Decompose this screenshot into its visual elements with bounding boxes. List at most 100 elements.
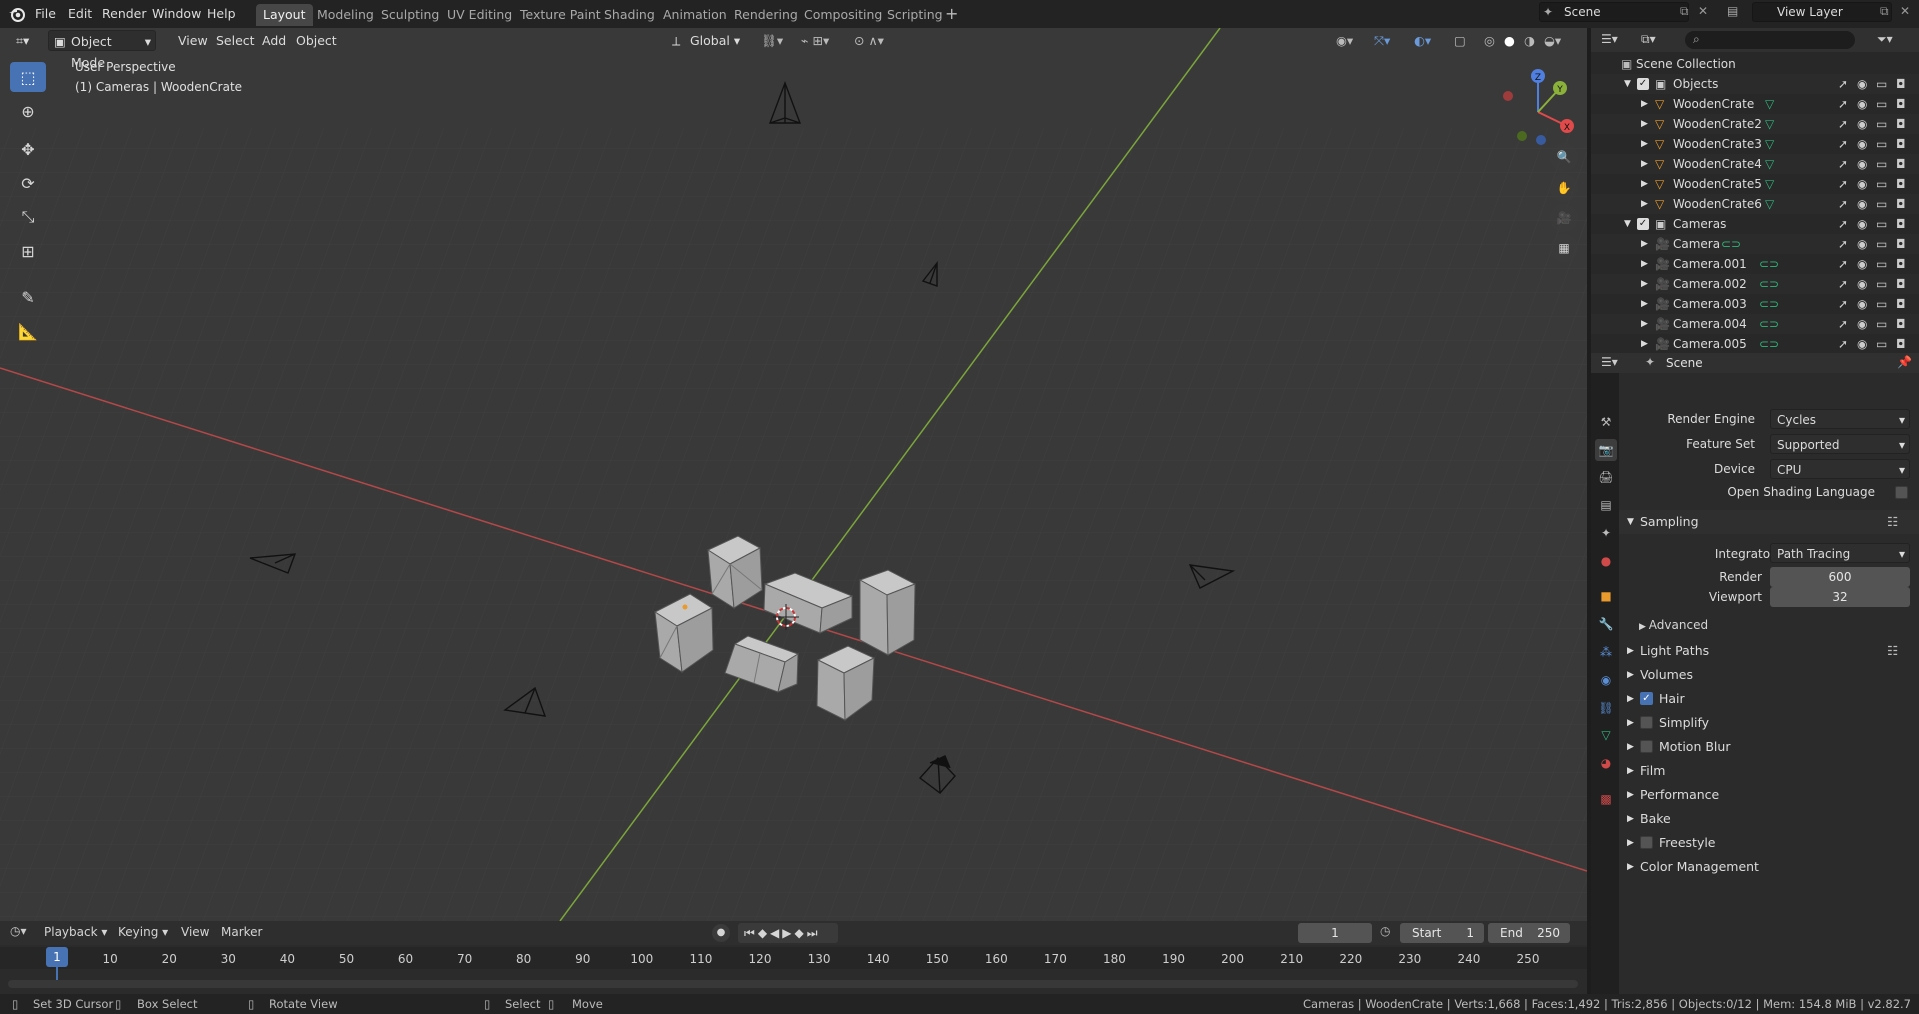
playback-controls[interactable]: ⏮◆◀▶◆⏭ [738,923,838,943]
proportional-editing-icon[interactable]: ⊙ ∧▾ [848,30,890,51]
sampling-panel-header[interactable]: ▼ Sampling ☷ [1619,510,1919,534]
viewport-disable-icon[interactable]: ▭ [1876,174,1887,194]
render-disable-icon[interactable]: ◘ [1896,154,1906,174]
blender-logo-icon[interactable] [8,5,26,23]
viewport-disable-icon[interactable]: ▭ [1876,94,1887,114]
outliner-item[interactable]: ▶ 🎥 Camera.005 ⊂⊃ ➚ ◉ ▭ ◘ [1591,334,1919,354]
tool-cursor[interactable]: ⊕ [10,96,46,126]
tab-modeling[interactable]: Modeling [310,4,381,26]
render-disable-icon[interactable]: ◘ [1896,74,1906,94]
eye-icon[interactable]: ◉ [1857,74,1867,94]
selectable-icon[interactable]: ➚ [1838,134,1848,154]
tab-texture-paint[interactable]: Texture Paint [513,4,608,26]
render-disable-icon[interactable]: ◘ [1896,254,1906,274]
mesh-data-icon[interactable]: ▽ [1765,134,1774,154]
tool-move[interactable]: ✥ [10,134,46,164]
editor-type-button[interactable]: ⌗▾ [10,30,35,51]
pin-icon[interactable]: 📌 [1897,355,1912,369]
render-disable-icon[interactable]: ◘ [1896,314,1906,334]
tab-scene[interactable]: ✦ [1595,522,1617,544]
device-dropdown[interactable]: CPU ▾ [1770,459,1910,479]
tool-transform[interactable]: ⊞ [10,236,46,266]
chevron-right-icon[interactable]: ▶ [1641,334,1648,354]
viewport-disable-icon[interactable]: ▭ [1876,114,1887,134]
panel-enable-checkbox[interactable] [1640,740,1653,753]
eye-icon[interactable]: ◉ [1857,114,1867,134]
chevron-right-icon[interactable]: ▶ [1641,174,1648,194]
tab-physics[interactable]: ◉ [1595,669,1617,691]
new-scene-icon[interactable]: ⧉ [1680,4,1689,19]
camera-view-button[interactable]: 🎥 [1550,204,1578,232]
panel-header[interactable]: ▶ Light Paths ☷ [1619,639,1919,663]
render-disable-icon[interactable]: ◘ [1896,234,1906,254]
selectable-icon[interactable]: ➚ [1838,114,1848,134]
outliner-item[interactable]: ▶ 🎥 Camera ⊂⊃ ➚ ◉ ▭ ◘ [1591,234,1919,254]
rendered-shading-icon[interactable]: ◒▾ [1538,30,1567,51]
viewport-disable-icon[interactable]: ▭ [1876,274,1887,294]
tab-modifiers[interactable]: 🔧 [1595,613,1617,635]
presets-icon[interactable]: ☷ [1887,639,1898,663]
tab-output[interactable]: 🖨 [1595,466,1617,488]
editor-type-icon[interactable]: ☰▾ [1601,32,1618,46]
panel-header[interactable]: ▶ Freestyle [1619,831,1919,855]
chevron-right-icon[interactable]: ▶ [1641,194,1648,214]
viewport-disable-icon[interactable]: ▭ [1876,254,1887,274]
outliner-item[interactable]: ▶ 🎥 Camera.004 ⊂⊃ ➚ ◉ ▭ ◘ [1591,314,1919,334]
tab-shading[interactable]: Shading [597,4,662,26]
camera-data-icon[interactable]: ⊂⊃ [1759,334,1779,354]
eye-icon[interactable]: ◉ [1857,154,1867,174]
tab-sculpting[interactable]: Sculpting [374,4,446,26]
jump-end-icon[interactable]: ⏭ [807,926,821,940]
panel-enable-checkbox[interactable] [1640,716,1653,729]
viewport-samples-field[interactable]: 32 [1770,587,1910,607]
selectable-icon[interactable]: ➚ [1838,274,1848,294]
advanced-subpanel-header[interactable]: ▶ Advanced [1639,615,1708,635]
3d-viewport[interactable]: ⌗▾ ▣ Object Mode ▾ View Select Add Objec… [0,28,1587,921]
menu-view[interactable]: View [172,30,214,51]
menu-object[interactable]: Object [290,30,343,51]
checkbox-checked-icon[interactable]: ✓ [1637,218,1649,230]
chevron-down-icon[interactable]: ▼ [1624,214,1631,234]
eye-icon[interactable]: ◉ [1857,314,1867,334]
viewport-scene[interactable] [0,28,1587,921]
tab-material[interactable]: ◕ [1595,752,1617,774]
mesh-data-icon[interactable]: ▽ [1765,114,1774,134]
eye-icon[interactable]: ◉ [1857,254,1867,274]
xray-icon[interactable]: ▢ [1448,30,1472,51]
outliner-item[interactable]: ▶ ▽ WoodenCrate3 ▽ ➚ ◉ ▭ ◘ [1591,134,1919,154]
menu-select[interactable]: Select [210,30,261,51]
mesh-data-icon[interactable]: ▽ [1765,174,1774,194]
panel-header[interactable]: ▶ Film [1619,759,1919,783]
integrator-dropdown[interactable]: Path Tracing ▾ [1770,543,1910,563]
viewport-disable-icon[interactable]: ▭ [1876,134,1887,154]
overlays-icon[interactable]: ◐▾ [1408,30,1437,51]
camera-data-icon[interactable]: ⊂⊃ [1721,234,1741,254]
editor-type-icon[interactable]: ◷▾ [10,924,27,938]
outliner-item[interactable]: ▶ ▽ WoodenCrate6 ▽ ➚ ◉ ▭ ◘ [1591,194,1919,214]
render-disable-icon[interactable]: ◘ [1896,194,1906,214]
next-keyframe-icon[interactable]: ◆ [795,926,807,940]
transform-orientation-selector[interactable]: ⟂ Global ▾ [670,30,746,51]
viewport-disable-icon[interactable]: ▭ [1876,74,1887,94]
tool-annotate[interactable]: ✎ [10,282,46,312]
tab-data[interactable]: ▽ [1595,724,1617,746]
selectable-icon[interactable]: ➚ [1838,314,1848,334]
selectable-icon[interactable]: ➚ [1838,174,1848,194]
preview-range-icon[interactable]: ◷ [1380,924,1390,938]
end-frame-field[interactable]: End 250 [1488,923,1570,943]
chevron-right-icon[interactable]: ▶ [1641,234,1648,254]
menu-timeline-view[interactable]: View [181,925,209,939]
tab-uv-editing[interactable]: UV Editing [440,4,519,26]
display-mode-icon[interactable]: ⧉▾ [1641,32,1656,47]
selectable-icon[interactable]: ➚ [1838,94,1848,114]
current-frame-field[interactable]: 1 [1298,923,1372,943]
tab-scripting[interactable]: Scripting [880,4,950,26]
eye-icon[interactable]: ◉ [1857,134,1867,154]
mode-selector[interactable]: ▣ Object Mode ▾ [48,30,156,70]
selectable-icon[interactable]: ➚ [1838,254,1848,274]
pan-button[interactable]: ✋ [1550,174,1578,202]
outliner-collection[interactable]: ▼ ✓ ▣ Cameras ➚ ◉ ▭ ◘ [1591,214,1919,234]
selectable-icon[interactable]: ➚ [1838,154,1848,174]
selectable-icon[interactable]: ➚ [1838,194,1848,214]
menu-edit[interactable]: Edit [68,4,92,24]
